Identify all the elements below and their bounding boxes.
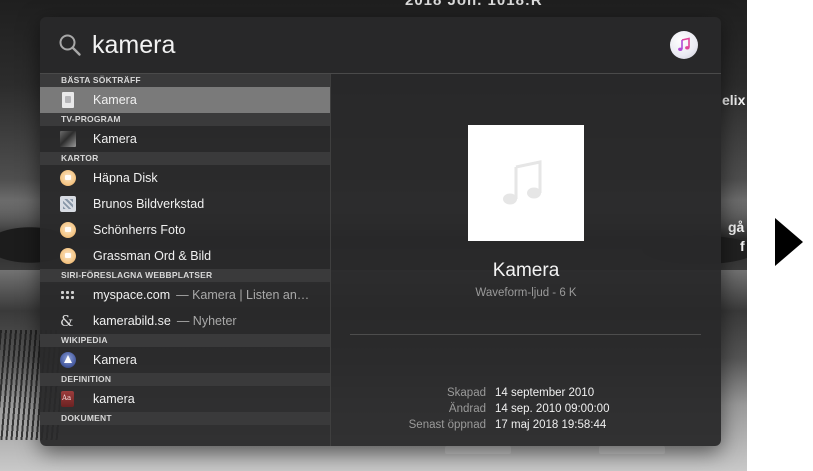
background-side-text-2: gå — [728, 219, 745, 235]
metadata-key: Senast öppnad — [408, 419, 486, 431]
metadata-value: 17 maj 2018 19:58:44 — [495, 419, 607, 431]
grid-logo-icon — [60, 290, 75, 300]
preview-pane: Kamera Waveform-ljud - 6 K Skapad 14 sep… — [331, 74, 721, 446]
result-label: Kamera — [93, 353, 137, 367]
section-header-wikipedia: WIKIPEDIA — [40, 334, 330, 347]
metadata-value: 14 sep. 2010 09:00:00 — [495, 403, 610, 415]
document-icon — [62, 92, 74, 108]
album-artwork — [468, 125, 584, 241]
result-label: kamera — [93, 392, 135, 406]
metadata-row: Skapad 14 september 2010 — [331, 385, 721, 401]
result-label: Häpna Disk — [93, 171, 158, 185]
result-item[interactable]: kamera — [40, 386, 330, 412]
metadata-value: 14 september 2010 — [495, 387, 595, 399]
music-note-icon — [503, 160, 542, 205]
background-tab-2 — [599, 446, 665, 454]
search-bar — [40, 17, 721, 74]
section-header-siri-websites: SIRI-FÖRESLAGNA WEBBPLATSER — [40, 269, 330, 282]
dictionary-icon — [61, 391, 74, 407]
result-label: Grassman Ord & Bild — [93, 249, 212, 263]
results-list: BÄSTA SÖKTRÄFF Kamera TV-PROGRAM Kamera … — [40, 74, 331, 446]
result-item[interactable]: Schönherrs Foto — [40, 217, 330, 243]
result-item[interactable]: myspace.com — Kamera | Listen an… — [40, 282, 330, 308]
preview-subtitle: Waveform-ljud - 6 K — [475, 287, 577, 299]
metadata-key: Skapad — [446, 387, 486, 399]
next-arrow-icon[interactable] — [775, 218, 803, 266]
result-item[interactable]: Kamera — [40, 126, 330, 152]
preview-metadata: Skapad 14 september 2010 Ändrad 14 sep. … — [331, 385, 721, 433]
section-header-definition: DEFINITION — [40, 373, 330, 386]
result-label: kamerabild.se — Nyheter — [93, 314, 237, 328]
result-item[interactable]: Brunos Bildverkstad — [40, 191, 330, 217]
spotlight-window: BÄSTA SÖKTRÄFF Kamera TV-PROGRAM Kamera … — [40, 17, 721, 446]
itunes-icon — [670, 31, 698, 59]
result-subtitle: — Nyheter — [176, 314, 237, 328]
result-title: myspace.com — [93, 288, 171, 302]
background-top-text: 2018 Joh. 1018:R — [405, 0, 543, 9]
metadata-key: Ändrad — [448, 403, 486, 415]
map-pin-icon — [60, 222, 76, 238]
background-side-text-1: elix — [722, 92, 746, 108]
result-label: myspace.com — Kamera | Listen an… — [93, 288, 309, 302]
result-label: Brunos Bildverkstad — [93, 197, 205, 211]
preview-title: Kamera — [492, 260, 560, 281]
ampersand-icon: & — [60, 312, 74, 330]
result-item[interactable]: Häpna Disk — [40, 165, 330, 191]
metadata-row: Senast öppnad 17 maj 2018 19:58:44 — [331, 417, 721, 433]
section-header-maps: KARTOR — [40, 152, 330, 165]
wikipedia-icon — [60, 352, 76, 368]
result-subtitle: — Kamera | Listen an… — [176, 288, 310, 302]
map-pin-icon — [60, 248, 76, 264]
search-icon — [59, 34, 81, 56]
metadata-row: Ändrad 14 sep. 2010 09:00:00 — [331, 401, 721, 417]
background-side-text-3: f — [740, 238, 745, 254]
result-item[interactable]: Kamera — [40, 347, 330, 373]
result-label: Kamera — [93, 93, 137, 107]
preview-divider — [350, 334, 701, 335]
result-item[interactable]: Kamera — [40, 87, 330, 113]
section-header-top-hit: BÄSTA SÖKTRÄFF — [40, 74, 330, 87]
result-title: kamerabild.se — [93, 314, 171, 328]
map-pin-icon — [60, 170, 76, 186]
tv-thumbnail-icon — [60, 131, 76, 147]
result-item[interactable]: & kamerabild.se — Nyheter — [40, 308, 330, 334]
search-input[interactable] — [92, 27, 652, 63]
result-label: Schönherrs Foto — [93, 223, 186, 237]
result-item[interactable]: Grassman Ord & Bild — [40, 243, 330, 269]
result-label: Kamera — [93, 132, 137, 146]
background-tab-1 — [445, 446, 511, 454]
map-icon — [60, 196, 76, 212]
section-header-tv: TV-PROGRAM — [40, 113, 330, 126]
section-header-documents: DOKUMENT — [40, 412, 330, 425]
